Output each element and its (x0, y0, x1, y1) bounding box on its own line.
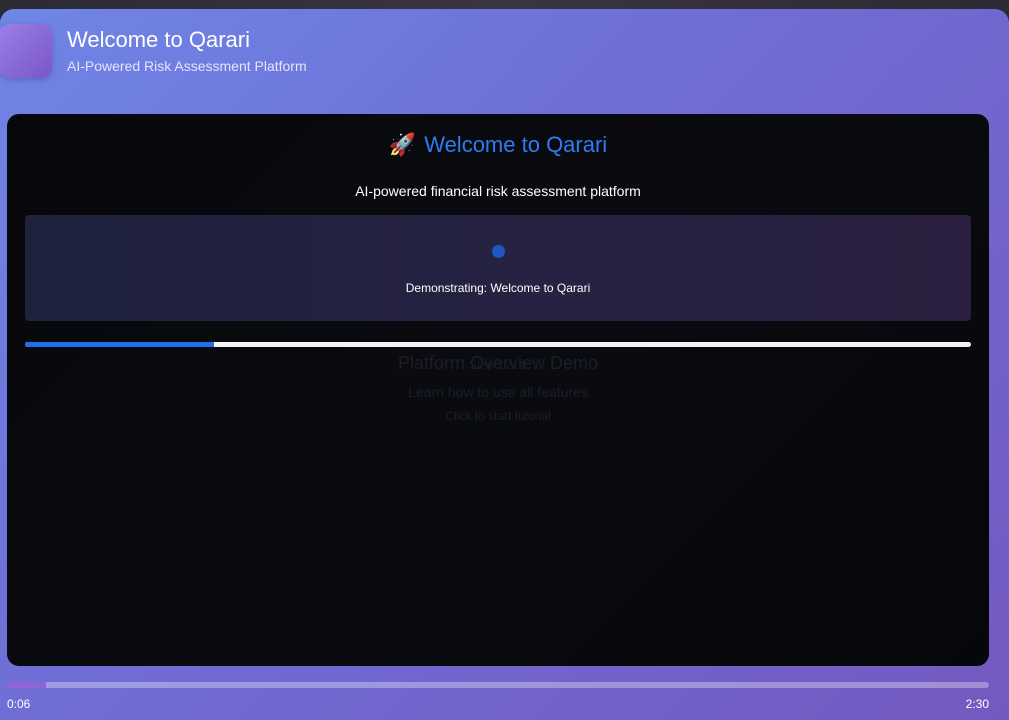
rocket-icon: 🚀 (388, 133, 417, 158)
page-title: Welcome to Qarari (67, 27, 250, 52)
overlay-title-text: Welcome to Qarari (424, 132, 608, 157)
demo-panel: Demonstrating: Welcome to Qarari (25, 215, 971, 321)
app-logo (0, 24, 52, 78)
duration-time: 2:30 (965, 697, 989, 711)
tutorial-progress-fill (25, 342, 215, 347)
overlay-title: 🚀 Welcome to Qarari (7, 131, 989, 160)
demo-status-text: Demonstrating: Welcome to Qarari (405, 281, 591, 295)
loading-dot-icon (492, 245, 505, 258)
video-background-step: Step 1 of 8 (468, 358, 528, 372)
video-background-subtitle: Learn how to use all features (408, 384, 588, 400)
current-time: 0:06 (7, 697, 31, 711)
overlay-subtitle: AI-powered financial risk assessment pla… (355, 183, 641, 199)
video-player[interactable]: Platform Overview Demo Step 1 of 8 Learn… (7, 114, 989, 666)
seek-bar[interactable] (7, 682, 989, 688)
seek-bar-fill (7, 682, 47, 688)
page-subtitle: AI-Powered Risk Assessment Platform (67, 58, 307, 74)
tutorial-progress-bar (25, 342, 971, 347)
start-tutorial-link[interactable]: Click to start tutorial (7, 409, 989, 423)
